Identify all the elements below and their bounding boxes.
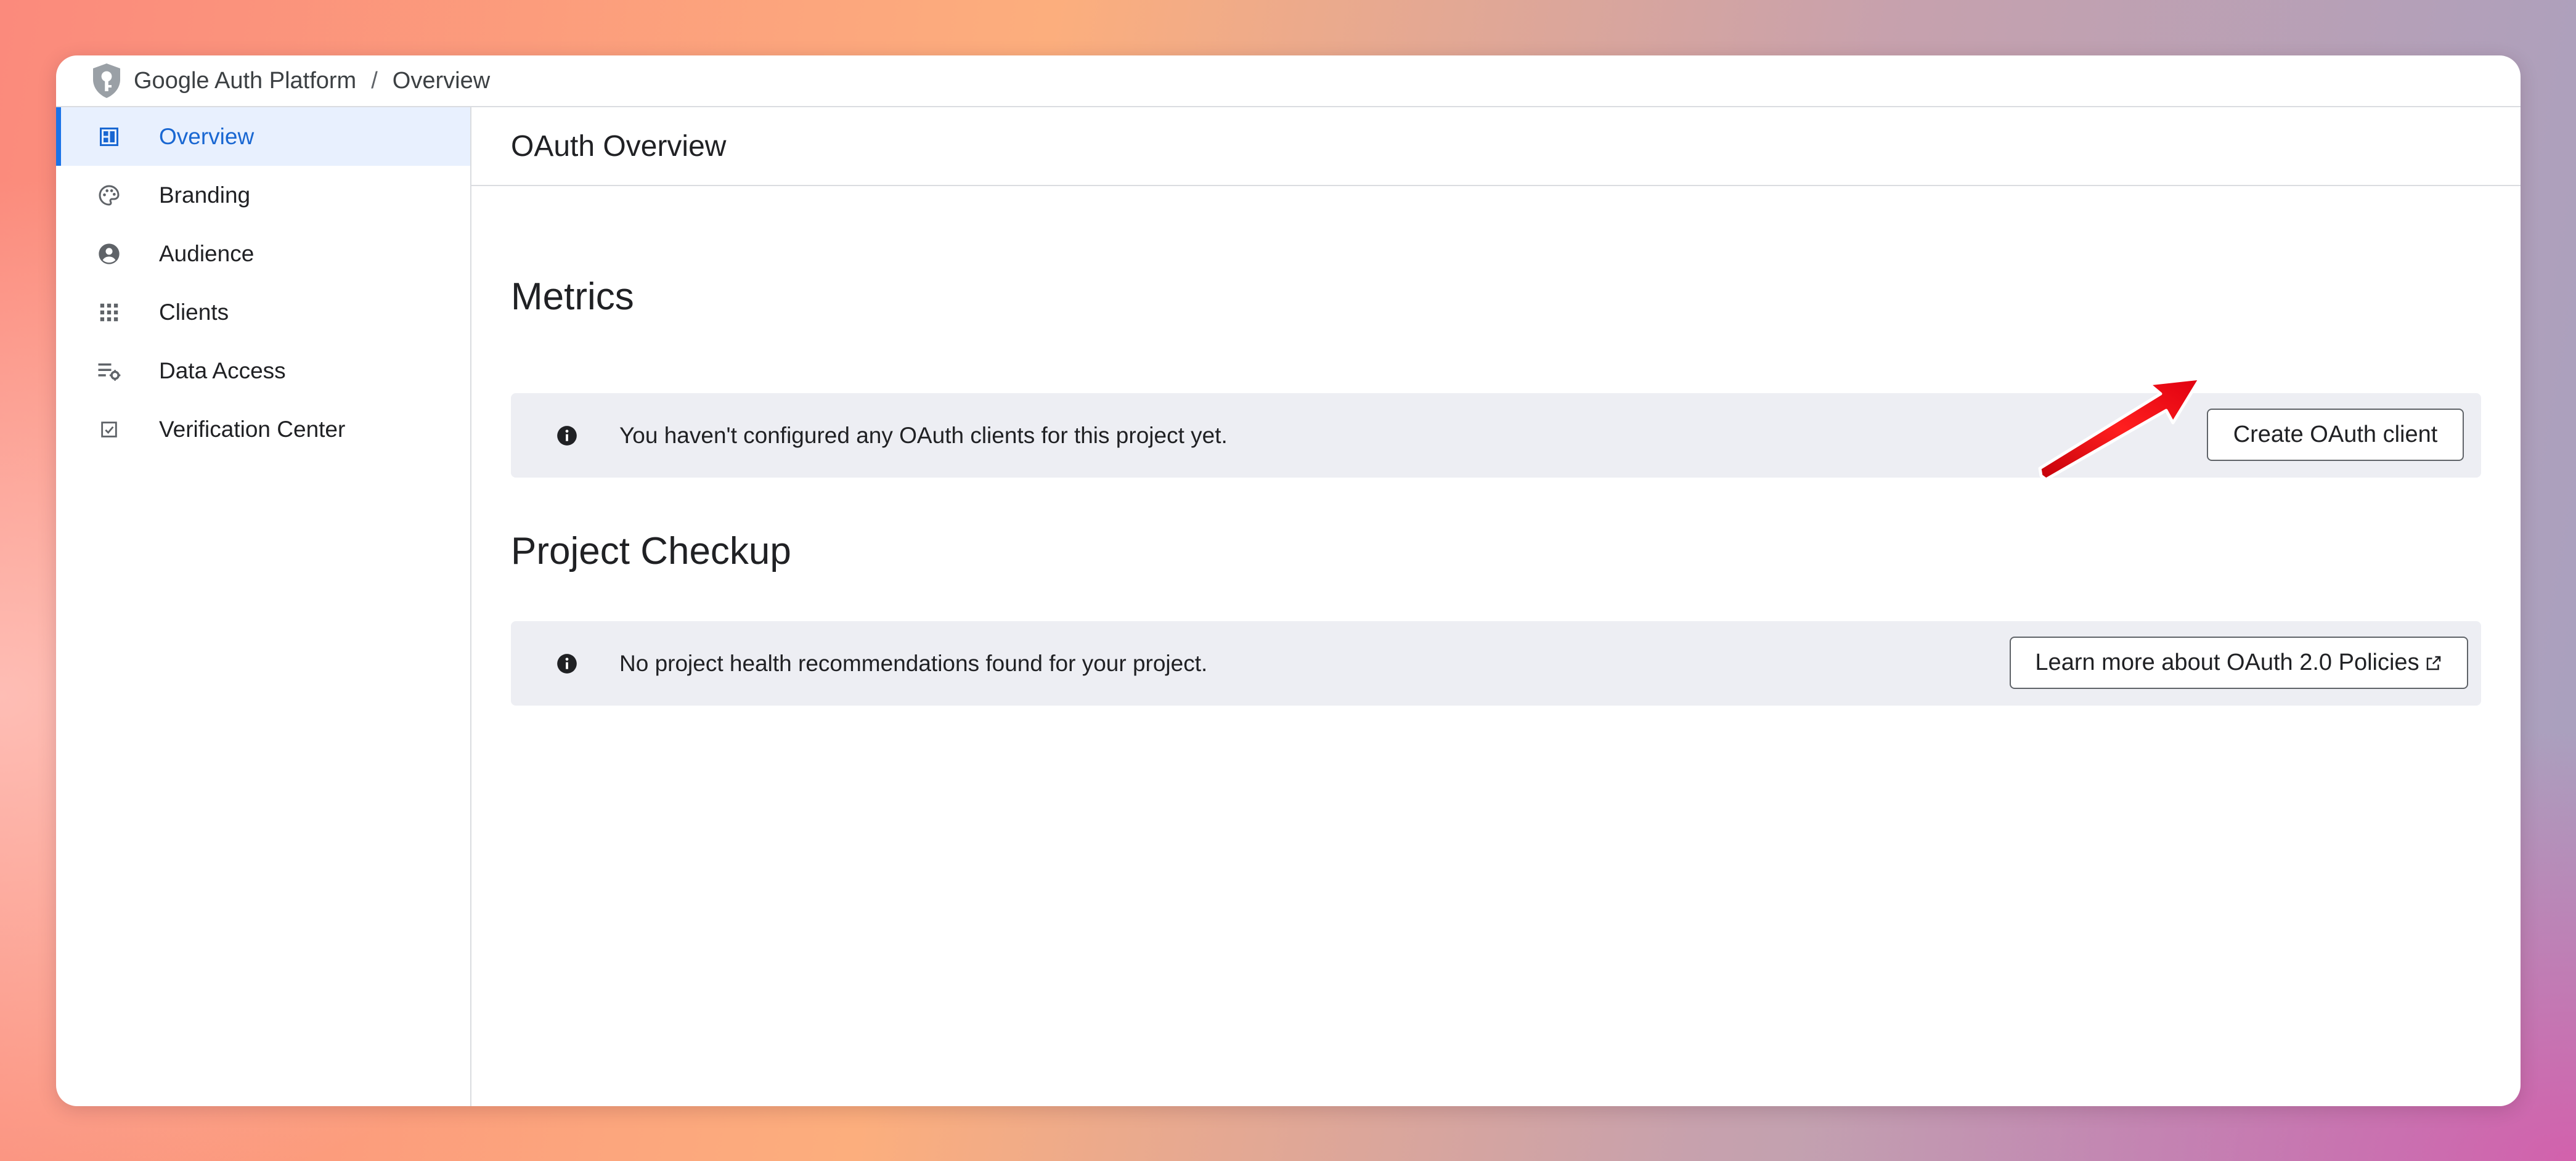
app-window: Google Auth Platform / Overview Overview <box>56 55 2521 1106</box>
shield-key-icon <box>88 62 125 99</box>
project-checkup-section-title: Project Checkup <box>511 530 791 572</box>
checkup-info-banner: No project health recommendations found … <box>511 621 2481 706</box>
info-icon <box>554 651 580 677</box>
annotation-arrow-icon <box>2038 377 2202 481</box>
sidebar-item-label: Branding <box>159 182 251 208</box>
main-content: OAuth Overview Metrics You haven't confi… <box>471 107 2521 1106</box>
learn-more-label: Learn more about OAuth 2.0 Policies <box>2035 650 2419 675</box>
breadcrumb: Google Auth Platform / Overview <box>56 55 2521 107</box>
breadcrumb-separator: / <box>371 67 378 94</box>
sidebar-item-clients[interactable]: Clients <box>56 283 470 341</box>
dashboard-icon <box>93 121 125 153</box>
sidebar-item-label: Audience <box>159 240 255 266</box>
metrics-message: You haven't configured any OAuth clients… <box>619 422 1228 448</box>
sidebar-item-data-access[interactable]: Data Access <box>56 341 470 400</box>
sidebar-item-label: Verification Center <box>159 416 346 442</box>
page-title: OAuth Overview <box>511 129 727 163</box>
sidebar-item-label: Clients <box>159 299 229 325</box>
create-oauth-client-button[interactable]: Create OAuth client <box>2207 409 2464 461</box>
sidebar-item-overview[interactable]: Overview <box>56 107 470 166</box>
sidebar-item-verification-center[interactable]: Verification Center <box>56 400 470 458</box>
apps-grid-icon <box>93 296 125 328</box>
palette-icon <box>93 179 125 211</box>
sidebar-item-branding[interactable]: Branding <box>56 166 470 224</box>
metrics-section-title: Metrics <box>511 275 634 318</box>
list-settings-icon <box>93 355 125 387</box>
breadcrumb-app[interactable]: Google Auth Platform <box>134 68 356 94</box>
sidebar-item-label: Data Access <box>159 357 286 383</box>
page-header: OAuth Overview <box>471 107 2521 186</box>
checkbox-icon <box>93 413 125 446</box>
learn-more-oauth-policies-link[interactable]: Learn more about OAuth 2.0 Policies <box>2010 637 2468 689</box>
sidebar: Overview Branding Audience Clients Data … <box>56 107 471 1106</box>
breadcrumb-current: Overview <box>392 67 491 94</box>
open-in-new-icon <box>2424 654 2443 672</box>
sidebar-item-label: Overview <box>159 123 255 149</box>
checkup-message: No project health recommendations found … <box>619 650 1208 676</box>
info-icon <box>554 423 580 449</box>
account-circle-icon <box>93 238 125 270</box>
sidebar-item-audience[interactable]: Audience <box>56 224 470 283</box>
